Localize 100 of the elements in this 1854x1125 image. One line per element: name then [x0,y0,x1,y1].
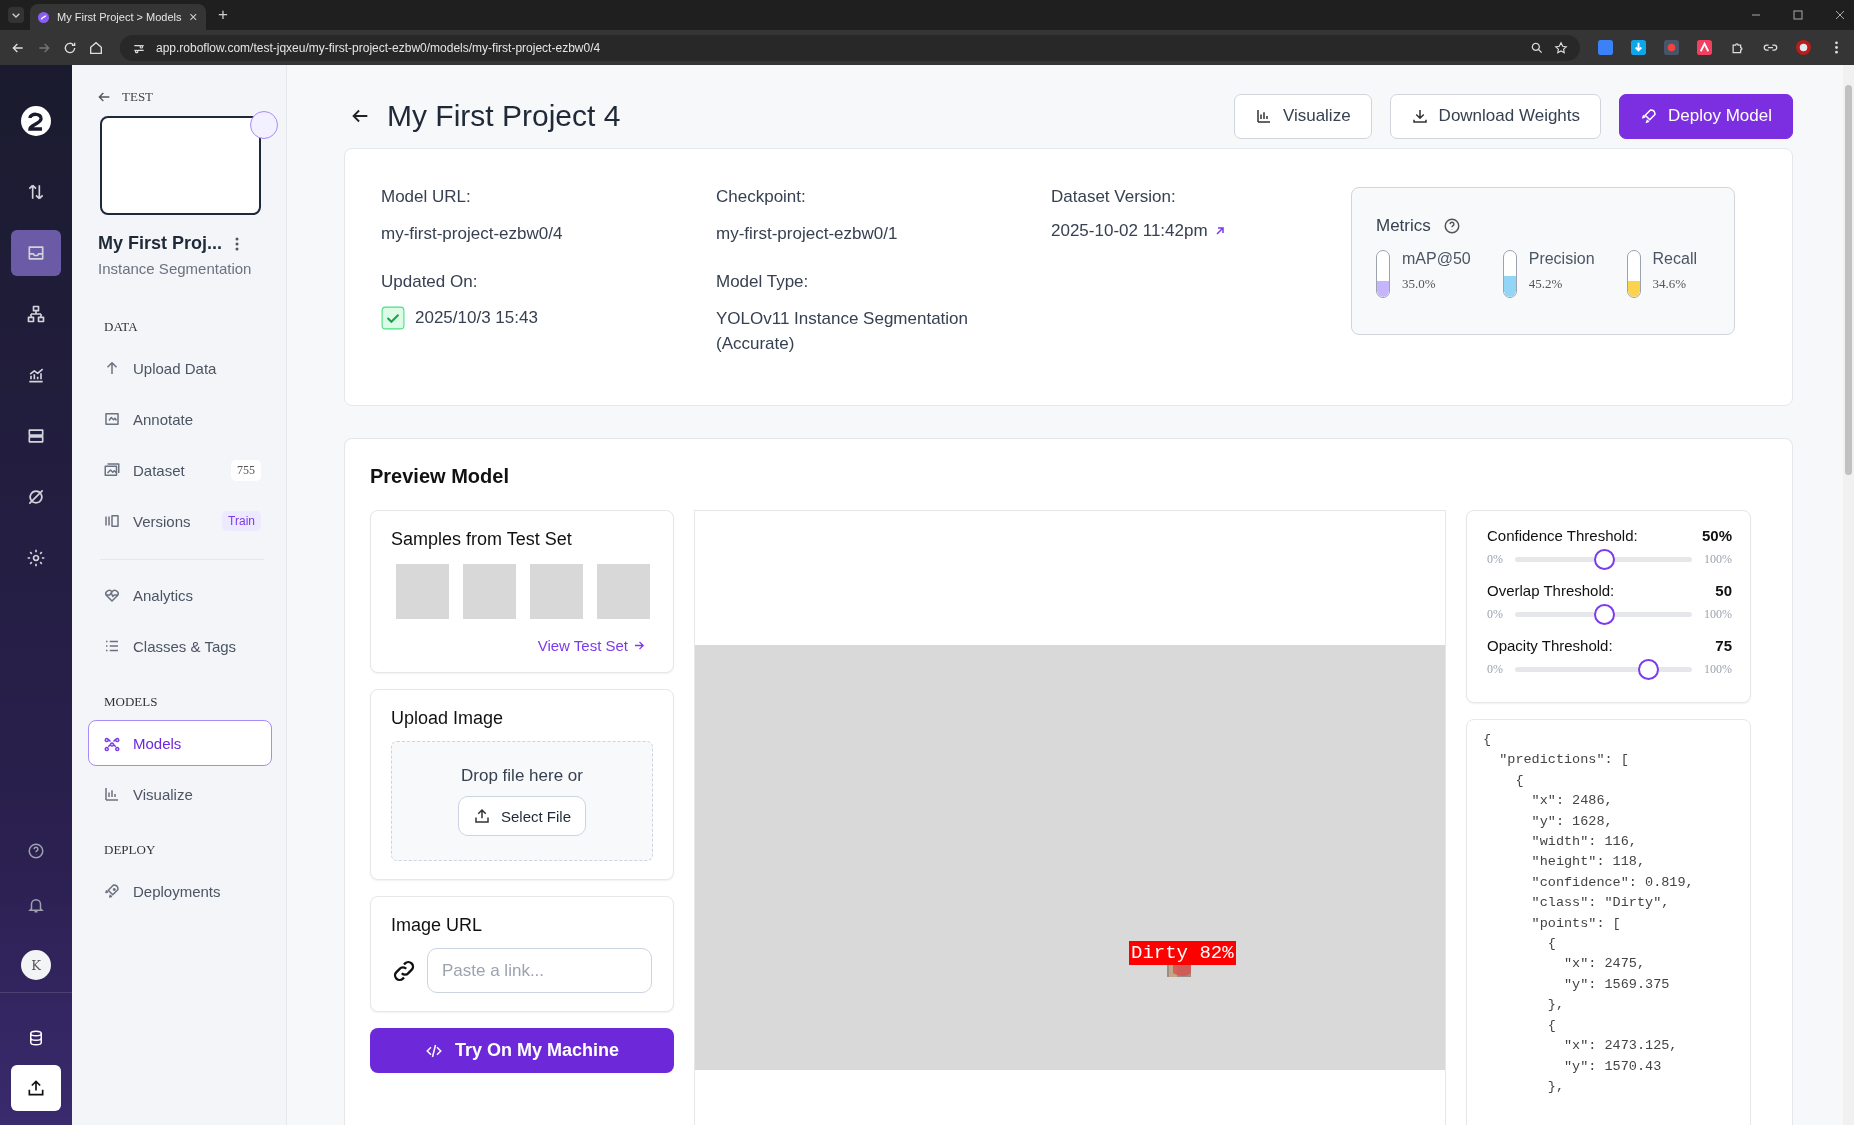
select-file-button[interactable]: Select File [458,796,586,836]
rocket-icon [1640,107,1659,125]
profile-icon[interactable] [1796,40,1811,55]
project-name: My First Proj... [98,233,223,254]
code-line: "y": 1628, [1530,812,1614,831]
extension-icon[interactable] [1631,40,1646,55]
metric-gauge [1376,250,1390,298]
slider-label: Confidence Threshold: [1487,527,1638,544]
section-heading: DATA [103,319,139,335]
code-line: "predictions": [ [1498,751,1630,770]
inbox-icon [26,243,46,263]
upload-icon [473,807,491,825]
planet-icon [26,487,46,507]
sample-thumbnail[interactable] [530,564,583,619]
section-title: Preview Model [370,465,510,488]
sample-thumbnail[interactable] [597,564,650,619]
workspace-link[interactable]: TEST [122,89,154,105]
image-icon [103,410,121,428]
slider-thumb[interactable] [1593,603,1615,625]
upload-button[interactable] [11,1065,61,1111]
image-url-input[interactable]: Paste a link... [427,948,652,993]
nav-item[interactable]: Annotate [88,396,272,442]
metric-name: Precision [1528,250,1595,268]
star-icon[interactable] [1554,40,1568,55]
header-button[interactable]: Visualize [1233,93,1372,139]
detection-label: Dirty 82% [1129,941,1236,965]
field-label: Dataset Version: [1051,187,1177,207]
slider-thumb[interactable] [1593,548,1615,570]
field-value: 2025-10-02 11:42pm [1051,221,1208,241]
images-icon [103,461,121,479]
gear-icon [26,548,46,568]
stack-icon[interactable] [27,1029,45,1047]
nav-item[interactable]: Upload Data [88,345,272,391]
code-line: "confidence": 0.819, [1530,873,1695,892]
code-line: { [1483,731,1493,749]
help-icon[interactable] [1442,217,1461,235]
slider-max-label: 100% [1704,661,1732,677]
bell-icon[interactable] [27,896,45,914]
metric-name: Recall [1652,250,1697,268]
close-icon[interactable] [189,12,198,22]
download-icon [1410,107,1429,125]
nav-item[interactable]: Classes & Tags [88,623,272,669]
logo-icon[interactable] [20,105,52,137]
maximize-icon[interactable] [1792,9,1804,21]
nav-item[interactable]: Models [88,720,272,766]
code-line: "height": 118, [1530,853,1647,872]
card-title: Image URL [391,915,484,936]
nav-item[interactable]: Analytics [88,572,272,618]
nav-item[interactable]: Dataset 755 [88,447,272,493]
tab-menu-icon[interactable] [8,7,24,23]
address-bar[interactable]: app.roboflow.com/test-jqxeu/my-first-project-ezbw0/models/my-first-project-ezbw0/4 [120,34,1580,61]
bar-chart-icon [103,785,121,803]
metric-name: mAP@50 [1402,250,1471,268]
drop-text: Drop file here or [461,766,583,786]
slider-label: Opacity Threshold: [1487,637,1613,654]
try-on-my-machine-button[interactable]: Try On My Machine [370,1028,674,1073]
metric-value: 45.2% [1528,276,1564,292]
drop-zone[interactable]: Drop file here or Select File [391,741,653,861]
metric-gauge [1626,250,1641,298]
new-tab-button[interactable]: + [218,5,228,25]
puzzle-icon[interactable] [1730,40,1745,55]
extension-icon[interactable] [1697,40,1712,55]
field-value: YOLOv11 Instance Segmentation (Accurate) [716,308,969,355]
code-line: "class": "Dirty", [1530,894,1671,913]
slider-min-label: 0% [1487,661,1503,677]
code-line: { [1546,1016,1557,1035]
check-icon [381,306,405,330]
slider-max-label: 100% [1704,606,1732,622]
arrow-icon [634,640,645,651]
bar-chart-icon [1254,107,1273,125]
view-test-set-link[interactable]: View Test Set [537,637,645,654]
header-button[interactable]: Deploy Model [1619,93,1793,139]
code-line: "y": 1570.43 [1563,1057,1663,1076]
nav-item[interactable]: Deployments [88,868,272,914]
nav-item[interactable]: Versions Train [88,498,272,544]
browser-tab[interactable]: My First Project > Models [30,4,206,30]
field-label: Model URL: [381,187,472,207]
code-line: }, [1546,1077,1565,1096]
field-value: my-first-project-ezbw0/4 [381,223,563,245]
nav-item[interactable]: Visualize [88,771,272,817]
slider-value: 50 [1715,582,1732,599]
header-button[interactable]: Download Weights [1389,93,1602,139]
field-value: my-first-project-ezbw0/1 [716,223,898,245]
field-label: Checkpoint: [716,187,807,207]
scrollbar-thumb[interactable] [1845,85,1852,475]
zoom-icon[interactable] [1530,40,1544,55]
avatar[interactable]: K [21,950,51,980]
close-window-icon[interactable] [1834,9,1846,21]
page-title: My First Project 4 [387,99,621,133]
help-icon[interactable] [27,842,45,860]
code-line: }, [1546,996,1565,1015]
code-line: { [1546,935,1557,954]
section-heading: DEPLOY [103,842,157,858]
sample-thumbnail[interactable] [396,564,449,619]
kebab-menu-icon[interactable] [234,235,241,252]
slider-max-label: 100% [1704,551,1732,567]
home-icon[interactable] [88,39,104,56]
code-line: "y": 1569.375 [1563,975,1671,994]
slider-thumb[interactable] [1637,658,1659,680]
sample-thumbnail[interactable] [463,564,516,619]
